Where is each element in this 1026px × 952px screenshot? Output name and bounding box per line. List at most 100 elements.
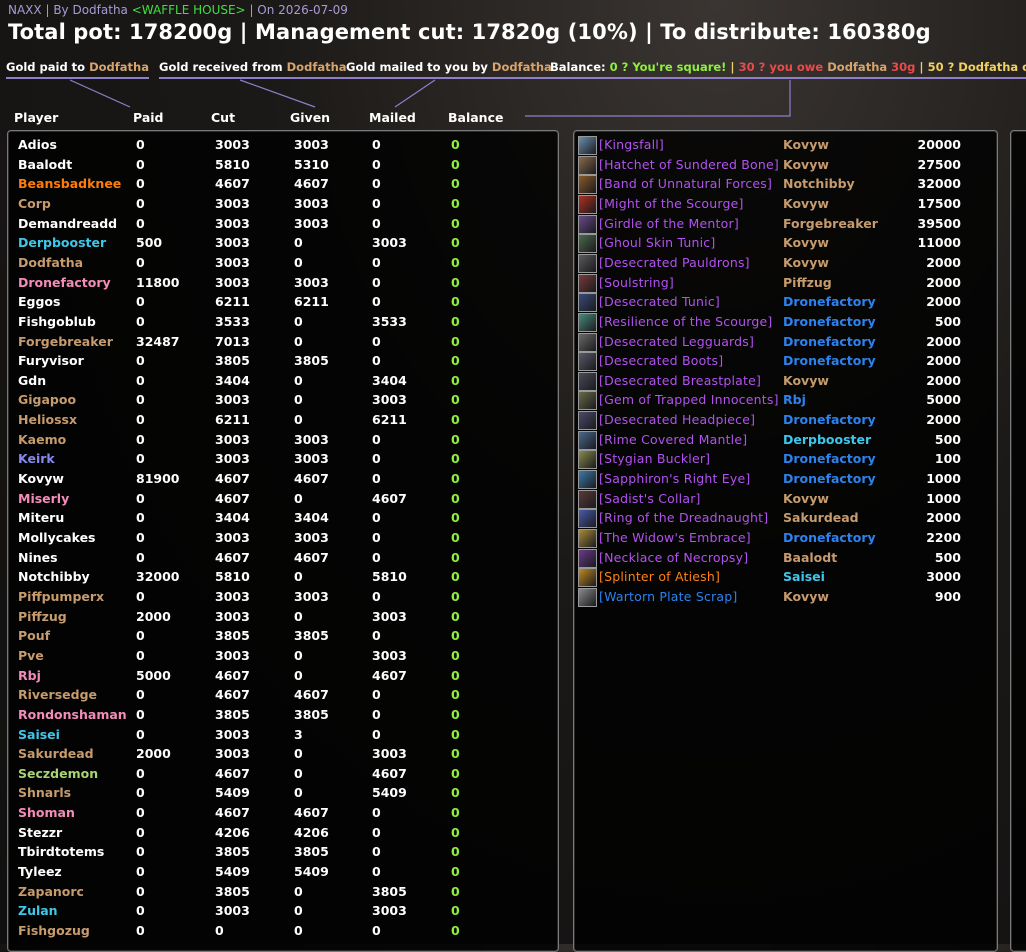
given-value: 6211 — [294, 294, 329, 310]
given-value: 0 — [294, 883, 303, 899]
given-value: 3805 — [294, 706, 329, 722]
item-link[interactable]: [Desecrated Boots] — [599, 353, 723, 368]
cut-value: 3003 — [215, 137, 250, 152]
paid-value: 5000 — [136, 667, 171, 683]
item-winner: Dronefactory — [783, 353, 876, 369]
item-link[interactable]: [Band of Unnatural Forces] — [599, 176, 772, 191]
shoulder-icon — [578, 312, 597, 332]
mailed-value: 5810 — [372, 569, 407, 585]
column-header-cut: Cut — [211, 110, 236, 125]
balance-value: 0 — [451, 274, 460, 290]
item-link[interactable]: [Kingsfall] — [599, 137, 664, 152]
mailed-value: 6211 — [372, 412, 407, 428]
player-name: Adios — [18, 137, 57, 152]
player-row: Forgebreaker 32487 7013 0 0 0 — [8, 333, 556, 353]
cut-value: 6211 — [215, 412, 250, 428]
item-link[interactable]: [Desecrated Headpiece] — [599, 412, 755, 427]
player-name: Beansbadknee — [18, 176, 122, 192]
item-link[interactable]: [Sadist's Collar] — [599, 491, 701, 506]
mailed-value: 3003 — [372, 647, 407, 663]
token-icon — [578, 371, 597, 391]
balance-value: 0 — [451, 313, 460, 329]
item-link[interactable]: [Ring of the Dreadnaught] — [599, 510, 768, 525]
chest-icon — [578, 234, 597, 254]
item-price: 500 — [934, 549, 961, 565]
necklace-icon — [578, 548, 597, 568]
player-name: Shnarls — [18, 785, 72, 801]
paid-value: 0 — [136, 510, 145, 526]
item-link[interactable]: [Desecrated Breastplate] — [599, 373, 761, 388]
item-price: 500 — [934, 313, 961, 329]
given-value: 5310 — [294, 156, 329, 172]
item-link[interactable]: [Desecrated Legguards] — [599, 334, 754, 349]
balance-value: 0 — [451, 471, 460, 487]
item-link[interactable]: [Girdle of the Mentor] — [599, 216, 739, 231]
player-name: Demandreadd — [18, 215, 118, 231]
player-name: Dronefactory — [18, 274, 111, 290]
item-link[interactable]: [Splinter of Atiesh] — [599, 569, 720, 584]
players-panel: Adios 0 3003 3003 0 0 Baalodt 0 5810 5310 0 0 Beansb… — [7, 130, 559, 952]
item-link[interactable]: [Necklace of Necropsy] — [599, 550, 748, 565]
player-row: Miserly 0 4607 0 4607 0 — [8, 490, 556, 510]
item-link[interactable]: [Soulstring] — [599, 275, 674, 290]
paid-value: 0 — [136, 313, 145, 329]
given-value: 3805 — [294, 353, 329, 369]
item-link[interactable]: [Stygian Buckler] — [599, 451, 710, 466]
paid-value: 0 — [136, 412, 145, 428]
player-row: Tbirdtotems 0 3805 3805 0 0 — [8, 843, 556, 863]
player-row: Corp 0 3003 3003 0 0 — [8, 195, 556, 215]
balance-value: 0 — [451, 647, 460, 663]
item-price: 17500 — [917, 195, 962, 211]
given-value: 0 — [294, 490, 303, 506]
paid-value: 0 — [136, 805, 145, 821]
balance-value: 0 — [451, 864, 460, 880]
player-row: Fishgoblub 0 3533 0 3533 0 — [8, 313, 556, 333]
item-winner: Kovyw — [783, 235, 829, 251]
cut-value: 3003 — [215, 726, 250, 742]
balance-value: 0 — [451, 883, 460, 899]
cut-value: 3805 — [215, 883, 250, 899]
player-row: Rondonshaman 0 3805 3805 0 0 — [8, 706, 556, 726]
item-link[interactable]: [Desecrated Pauldrons] — [599, 255, 750, 270]
player-name: Saisei — [18, 726, 60, 742]
item-link[interactable]: [The Widow's Embrace] — [599, 530, 751, 545]
third-panel-edge — [1010, 130, 1026, 952]
player-row: Fishgozug 0 0 0 0 0 — [8, 922, 556, 942]
given-value: 4607 — [294, 471, 329, 487]
item-link[interactable]: [Wartorn Plate Scrap] — [599, 589, 737, 604]
balance-value: 0 — [451, 608, 460, 624]
paid-value: 0 — [136, 844, 145, 860]
player-row: Pouf 0 3805 3805 0 0 — [8, 627, 556, 647]
item-link[interactable]: [Resilience of the Scourge] — [599, 314, 772, 329]
given-value: 0 — [294, 235, 303, 251]
item-link[interactable]: [Gem of Trapped Innocents] — [599, 392, 779, 407]
item-link[interactable]: [Rime Covered Mantle] — [599, 432, 747, 447]
player-row: Shoman 0 4607 4607 0 0 — [8, 804, 556, 824]
item-link[interactable]: [Desecrated Tunic] — [599, 294, 720, 309]
paid-value: 32000 — [136, 569, 180, 585]
player-row: Demandreadd 0 3003 3003 0 0 — [8, 215, 556, 235]
given-value: 3805 — [294, 628, 329, 644]
player-name: Gigapoo — [18, 392, 77, 408]
item-link[interactable]: [Hatchet of Sundered Bone] — [599, 157, 779, 172]
player-row: Rbj 5000 4607 0 4607 0 — [8, 667, 556, 687]
column-header-mailed: Mailed — [369, 110, 416, 125]
balance-value: 0 — [451, 588, 460, 604]
player-row: Heliossx 0 6211 0 6211 0 — [8, 411, 556, 431]
cut-value: 5810 — [215, 156, 250, 172]
player-row: Dronefactory 11800 3003 3003 0 0 — [8, 274, 556, 294]
item-price: 100 — [934, 451, 961, 467]
item-winner: Dronefactory — [783, 451, 876, 467]
item-link[interactable]: [Ghoul Skin Tunic] — [599, 235, 715, 250]
item-price: 1000 — [926, 471, 961, 487]
paid-value: 0 — [136, 864, 145, 880]
item-link[interactable]: [Sapphiron's Right Eye] — [599, 471, 750, 486]
column-header-player: Player — [14, 110, 59, 125]
item-winner: Dronefactory — [783, 333, 876, 349]
mailed-value: 0 — [372, 156, 381, 172]
player-row: Beansbadknee 0 4607 4607 0 0 — [8, 175, 556, 195]
mailed-value: 4607 — [372, 490, 407, 506]
mailed-value: 0 — [372, 451, 381, 467]
item-price: 2000 — [926, 353, 961, 369]
item-link[interactable]: [Might of the Scourge] — [599, 196, 744, 211]
